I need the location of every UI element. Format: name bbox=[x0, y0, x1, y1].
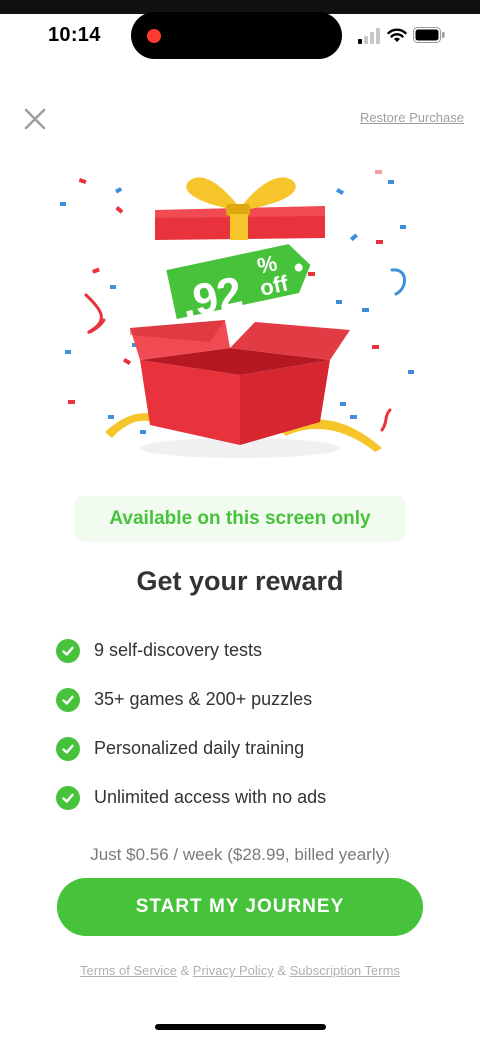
checkmark-icon bbox=[56, 736, 80, 761]
cellular-signal-icon bbox=[358, 28, 380, 44]
battery-icon bbox=[413, 27, 445, 43]
availability-badge: Available on this screen only bbox=[74, 496, 406, 542]
feature-text: 9 self-discovery tests bbox=[94, 640, 263, 660]
status-bar: 10:14 bbox=[0, 0, 480, 70]
page-title: Get your reward bbox=[136, 566, 344, 596]
feature-item: Personalized daily training bbox=[56, 724, 456, 773]
feature-list: 9 self-discovery tests 35+ games & 200+ … bbox=[56, 626, 456, 822]
checkmark-icon bbox=[56, 687, 80, 712]
restore-purchase-link[interactable]: Restore Purchase bbox=[360, 110, 464, 125]
checkmark-icon bbox=[56, 638, 80, 663]
dynamic-island bbox=[131, 12, 342, 59]
gift-box-illustration: .92 % off bbox=[60, 170, 414, 458]
home-indicator[interactable] bbox=[155, 1024, 326, 1030]
discount-off: off bbox=[258, 270, 291, 300]
privacy-policy-link[interactable]: Privacy Policy bbox=[193, 963, 274, 978]
recording-indicator-icon bbox=[147, 29, 161, 43]
feature-item: 9 self-discovery tests bbox=[56, 626, 456, 675]
footer-links: Terms of Service & Privacy Policy & Subs… bbox=[0, 963, 480, 978]
terms-of-service-link[interactable]: Terms of Service bbox=[80, 963, 177, 978]
feature-text: 35+ games & 200+ puzzles bbox=[94, 689, 313, 709]
subscription-terms-link[interactable]: Subscription Terms bbox=[290, 963, 400, 978]
feature-item: Unlimited access with no ads bbox=[56, 773, 456, 822]
feature-text: Unlimited access with no ads bbox=[94, 787, 327, 807]
price-text: Just $0.56 / week ($28.99, billed yearly… bbox=[90, 845, 390, 864]
start-my-journey-button[interactable]: START MY JOURNEY bbox=[57, 878, 423, 936]
wifi-icon bbox=[387, 28, 407, 42]
separator: & bbox=[180, 963, 190, 978]
checkmark-icon bbox=[56, 785, 80, 810]
close-button[interactable] bbox=[22, 106, 48, 132]
feature-item: 35+ games & 200+ puzzles bbox=[56, 675, 456, 724]
separator: & bbox=[277, 963, 286, 978]
feature-text: Personalized daily training bbox=[94, 738, 305, 758]
status-time: 10:14 bbox=[48, 24, 101, 46]
